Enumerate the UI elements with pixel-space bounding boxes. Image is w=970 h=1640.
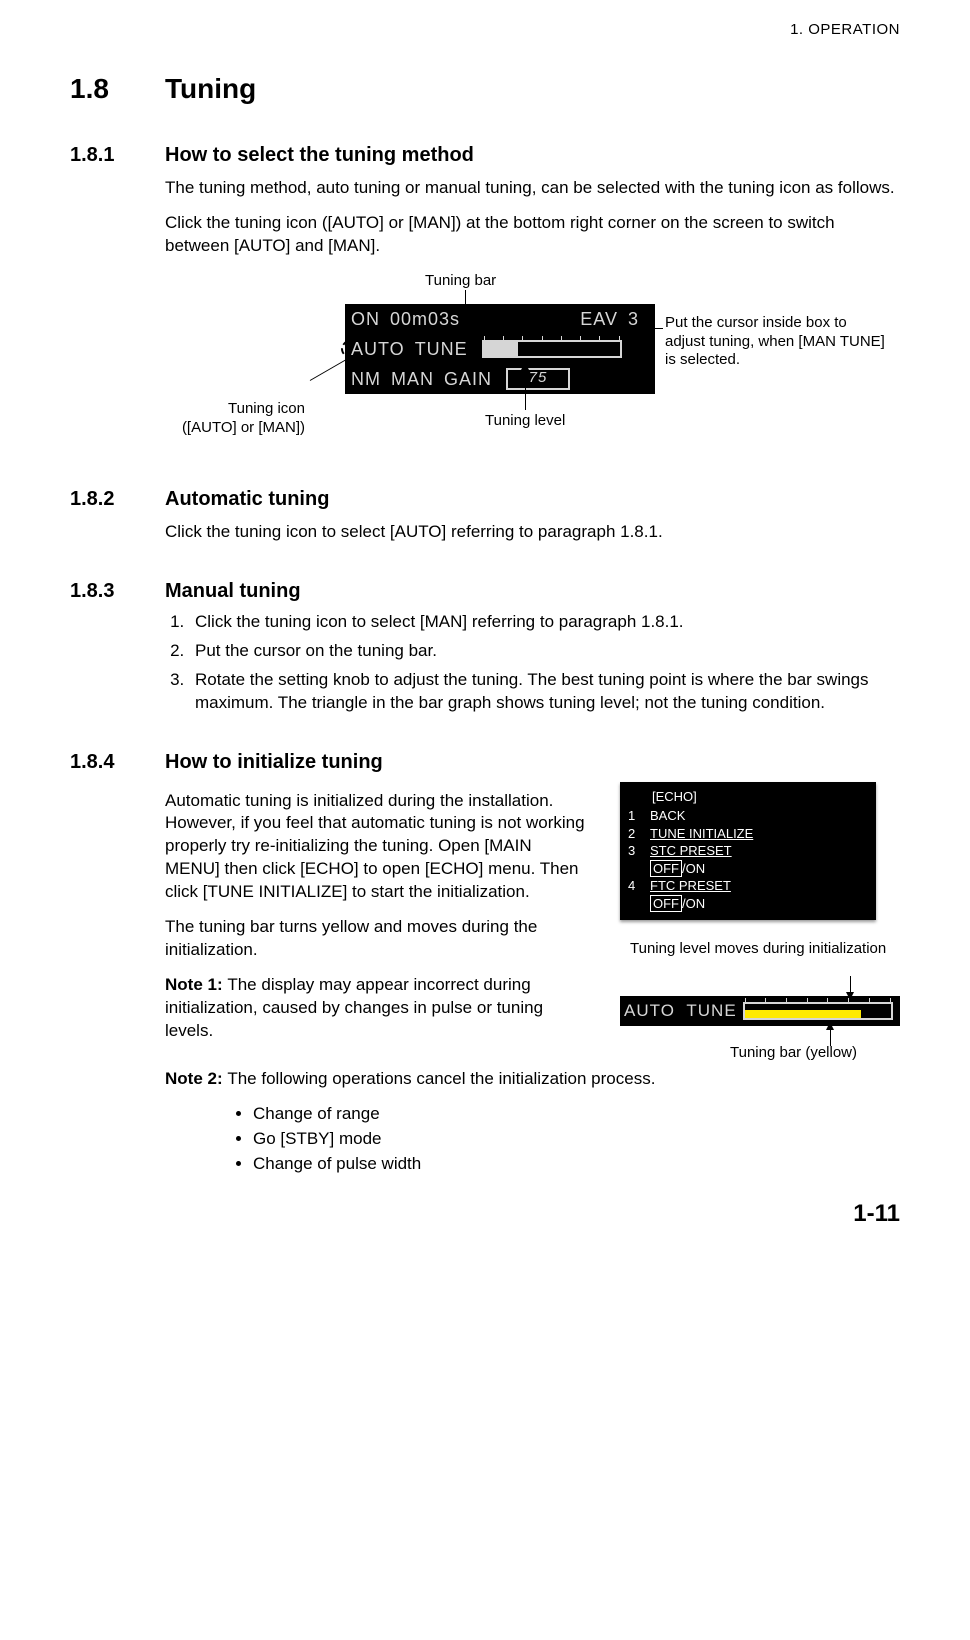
echo-row-number: 3 [628,842,650,860]
note-text: The following operations cancel the init… [227,1069,655,1088]
note-label: Note 2: [165,1069,227,1088]
label-tuning-bar-yellow: Tuning bar (yellow) [730,1044,857,1063]
bullet-item: Go [STBY] mode [253,1128,900,1151]
panel-tune: TUNE [686,1000,736,1023]
echo-menu-row: 1 BACK [628,807,868,825]
step-item: Rotate the setting knob to adjust the tu… [189,669,900,715]
step-item: Click the tuning icon to select [MAN] re… [189,611,900,634]
echo-menu: [ECHO] 1 BACK 2 TUNE INITIALIZE 3 STC PR… [620,782,876,921]
section-heading: 1.8 Tuning [70,70,900,108]
echo-row-text: FTC PRESET OFF/ON [650,877,868,912]
note: Note 2: The following operations cancel … [165,1068,900,1091]
label-tuning-icon-l2: ([AUTO] or [MAN]) [182,419,305,436]
paragraph: Automatic tuning is initialized during t… [165,790,590,905]
echo-row-number: 2 [628,825,650,843]
leader-line [565,328,663,329]
label-tuning-level: Tuning level [485,412,565,431]
steps-list: Click the tuning icon to select [MAN] re… [165,611,900,715]
echo-row-text: STC PRESET OFF/ON [650,842,868,877]
bullet-list: Change of range Go [STBY] mode Change of… [235,1103,900,1176]
bullet-item: Change of range [253,1103,900,1126]
figure-tuning-panel: Tuning bar ON 00m03s EAV 3 AUTO TUNE [165,272,905,452]
subsection-heading-184: 1.8.4 How to initialize tuning [70,749,900,776]
paragraph: Click the tuning icon to select [AUTO] r… [165,521,900,544]
echo-menu-row: 3 STC PRESET OFF/ON [628,842,868,877]
subsection-title: Manual tuning [165,578,301,605]
arrowhead-icon [826,1022,834,1030]
label-tuning-bar: Tuning bar [425,272,496,291]
arrowhead-icon [521,362,529,370]
label-tuning-level-moves: Tuning level moves during initialization [630,940,890,959]
subsection-number: 1.8.4 [70,749,165,776]
triangle-marker-icon [506,340,516,348]
figure-init-bar: Tuning level moves during initialization… [620,940,900,1060]
subsection-number: 1.8.1 [70,142,165,169]
subsection-title: How to initialize tuning [165,749,383,776]
panel-gain-value: 75 [506,368,570,390]
subsection-number: 1.8.2 [70,486,165,513]
subsection-heading-183: 1.8.3 Manual tuning [70,578,900,605]
panel-man: MAN [391,367,434,391]
paragraph: The tuning method, auto tuning or manual… [165,177,900,200]
note: Note 1: The display may appear incorrect… [165,974,590,1043]
echo-menu-row: 4 FTC PRESET OFF/ON [628,877,868,912]
echo-row-text: BACK [650,807,868,825]
subsection-number: 1.8.3 [70,578,165,605]
paragraph: Click the tuning icon ([AUTO] or [MAN]) … [165,212,900,258]
option-off: OFF [650,895,682,912]
dashed-oval-icon [341,332,419,366]
bullet-item: Change of pulse width [253,1153,900,1176]
option-on: /ON [682,861,705,876]
arrowhead-icon [557,324,565,332]
panel-time: 00m03s [390,307,460,331]
subsection-heading-181: 1.8.1 How to select the tuning method [70,142,900,169]
tune-bar [482,340,622,358]
echo-row-number: 4 [628,877,650,895]
panel-nm: NM [351,367,381,391]
label-tuning-icon-l1: Tuning icon [228,400,305,417]
echo-row-text: TUNE INITIALIZE [650,825,868,843]
subsection-heading-182: 1.8.2 Automatic tuning [70,486,900,513]
paragraph: The tuning bar turns yellow and moves du… [165,916,590,962]
echo-menu-title: [ECHO] [652,788,868,806]
option-on: /ON [682,896,705,911]
echo-row-number: 1 [628,807,650,825]
step-item: Put the cursor on the tuning bar. [189,640,900,663]
subsection-title: How to select the tuning method [165,142,474,169]
panel-row-3: NM MAN GAIN 75 [345,364,655,394]
leader-line [525,370,526,410]
label-cursor-box: Put the cursor inside box to adjust tuni… [665,314,885,370]
subsection-title: Automatic tuning [165,486,329,513]
panel-on: ON [351,307,380,331]
echo-menu-row: 2 TUNE INITIALIZE [628,825,868,843]
panel-gain: GAIN [444,367,492,391]
init-tune-panel: AUTO TUNE [620,996,900,1026]
page-number: 1-11 [853,1198,900,1230]
label-tuning-icon: Tuning icon ([AUTO] or [MAN]) [135,400,305,438]
chapter-header: 1. OPERATION [70,20,900,40]
note-label: Note 1: [165,975,227,994]
panel-mode: AUTO [624,1000,675,1023]
tune-bar [743,1002,893,1020]
section-number: 1.8 [70,70,165,108]
option-off: OFF [650,860,682,877]
section-title: Tuning [165,70,256,108]
panel-row-1: ON 00m03s EAV 3 [345,304,655,334]
panel-tune: TUNE [415,337,468,361]
